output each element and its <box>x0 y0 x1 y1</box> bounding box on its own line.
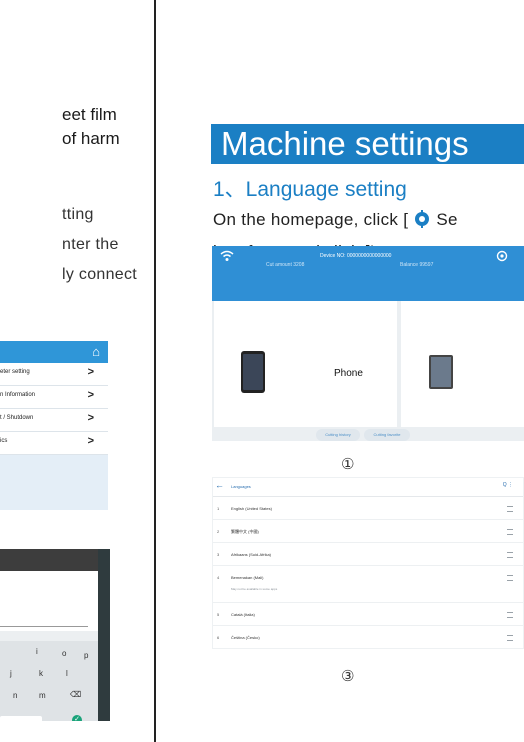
drag-handle-icon[interactable] <box>507 506 513 512</box>
home-app-bar: Device NO: 0000000000000000 Cut amount 3… <box>212 246 524 301</box>
step-marker-3: ③ <box>341 668 355 685</box>
language-row-name: Català (Italia) <box>231 612 255 617</box>
drag-handle-icon[interactable] <box>507 612 513 618</box>
chevron-right-icon: > <box>87 412 94 424</box>
language-row-name: 繁體中文 (中國) <box>231 529 259 534</box>
menu-app-bar: ⌂ <box>0 341 108 363</box>
tablet-image <box>429 355 453 394</box>
language-row[interactable]: 2 繁體中文 (中國) <box>213 520 523 543</box>
language-row[interactable]: 4 Bemenakan (Mali) May not be available … <box>213 566 523 603</box>
drag-handle-icon[interactable] <box>507 575 513 581</box>
key-i[interactable]: i <box>36 647 38 656</box>
step-marker-1: ① <box>341 456 355 473</box>
language-row-number: 1 <box>217 506 220 511</box>
drag-handle-icon[interactable] <box>507 552 513 558</box>
language-row-note: May not be available in some apps <box>231 587 278 591</box>
side-panel <box>98 549 110 721</box>
phone-label: Phone <box>334 368 363 379</box>
input-dialog <box>0 571 98 631</box>
settings-gear-icon[interactable] <box>496 249 508 267</box>
left-text-line-5: ly connect <box>62 266 138 283</box>
instruction-line-1-start: On the homepage, click [ <box>213 210 414 229</box>
tablet-category-card[interactable] <box>401 301 524 427</box>
cut-amount: Cut amount 3208 <box>266 262 305 268</box>
search-more-icons[interactable]: Q ⋮ <box>503 482 513 488</box>
left-text-line-1: eet film <box>62 105 117 124</box>
language-row-number: 3 <box>217 552 220 557</box>
keyboard-screenshot: i o p j k l n m ⌫ ✓ <box>0 549 110 721</box>
language-row-name: Afrikaans (Suid-Afrika) <box>231 552 272 557</box>
language-row[interactable]: 3 Afrikaans (Suid-Afrika) <box>213 543 523 566</box>
column-divider <box>154 0 156 742</box>
key-j[interactable]: j <box>10 669 12 678</box>
menu-row-label: t / Shutdown <box>0 415 34 421</box>
wifi-icon <box>220 249 234 267</box>
language-header: ← Languages Q ⋮ <box>213 478 523 497</box>
settings-gear-icon <box>413 210 431 233</box>
section-title-banner: Machine settings <box>211 124 524 164</box>
back-arrow-icon[interactable]: ← <box>215 480 224 490</box>
cutting-history-button[interactable]: Cutting history <box>316 429 360 441</box>
language-row-number: 4 <box>217 575 220 580</box>
phone-category-card[interactable] <box>214 301 397 427</box>
device-number: Device NO: 0000000000000000 <box>320 253 392 259</box>
menu-row[interactable]: n Information > <box>0 386 108 409</box>
key-m[interactable]: m <box>39 691 46 700</box>
language-row-number: 6 <box>217 635 220 640</box>
phone-image <box>241 351 265 398</box>
key-o[interactable]: o <box>62 649 66 658</box>
drag-handle-icon[interactable] <box>507 635 513 641</box>
menu-row[interactable]: eter setting > <box>0 363 108 386</box>
key-n[interactable]: n <box>13 691 17 700</box>
menu-row-label: ics <box>0 438 8 444</box>
language-row-name: Čeština (Česko) <box>231 635 260 640</box>
key-l[interactable]: l <box>66 669 68 678</box>
language-row-number: 2 <box>217 529 220 534</box>
home-screenshot: Device NO: 0000000000000000 Cut amount 3… <box>212 246 524 441</box>
language-row-name: English (United States) <box>231 506 272 511</box>
chevron-right-icon: > <box>87 389 94 401</box>
instruction-line-1-end: Se <box>436 210 458 229</box>
on-screen-keyboard: i o p j k l n m ⌫ ✓ <box>0 641 98 721</box>
menu-screenshot: ⌂ eter setting > n Information > t / Shu… <box>0 341 108 510</box>
language-screenshot: ← Languages Q ⋮ 1 English (United States… <box>212 477 524 649</box>
language-row[interactable]: 1 English (United States) <box>213 497 523 520</box>
menu-row-label: n Information <box>0 392 36 398</box>
instruction-line-1: On the homepage, click [ Se <box>213 210 458 233</box>
chevron-right-icon: > <box>87 435 94 447</box>
chevron-right-icon: > <box>87 366 94 378</box>
left-text-line-4: nter the <box>62 236 119 253</box>
key-p[interactable]: p <box>84 651 88 660</box>
left-text-line-2: of harm <box>62 129 120 148</box>
language-row-number: 5 <box>217 612 220 617</box>
menu-row-label: eter setting <box>0 369 30 375</box>
confirm-check-icon[interactable]: ✓ <box>72 715 82 721</box>
dialog-app-bar <box>0 549 110 571</box>
input-underline <box>0 626 88 627</box>
spacebar[interactable] <box>0 716 42 721</box>
cutting-favorite-button[interactable]: Cutting favorite <box>364 429 410 441</box>
left-text-line-3: tting <box>62 206 94 223</box>
language-header-title: Languages <box>231 484 251 489</box>
language-row[interactable]: 6 Čeština (Česko) <box>213 626 523 648</box>
language-row[interactable]: 5 Català (Italia) <box>213 603 523 626</box>
language-row-name: Bemenakan (Mali) <box>231 575 264 580</box>
backspace-icon[interactable]: ⌫ <box>70 690 81 699</box>
drag-handle-icon[interactable] <box>507 529 513 535</box>
key-k[interactable]: k <box>39 669 43 678</box>
subsection-title: 1、Language setting <box>213 178 407 201</box>
section-title: Machine settings <box>221 125 469 162</box>
balance: Balance 99597 <box>400 262 434 268</box>
home-icon: ⌂ <box>92 344 100 359</box>
menu-row[interactable]: t / Shutdown > <box>0 409 108 432</box>
menu-row[interactable]: ics > <box>0 432 108 455</box>
